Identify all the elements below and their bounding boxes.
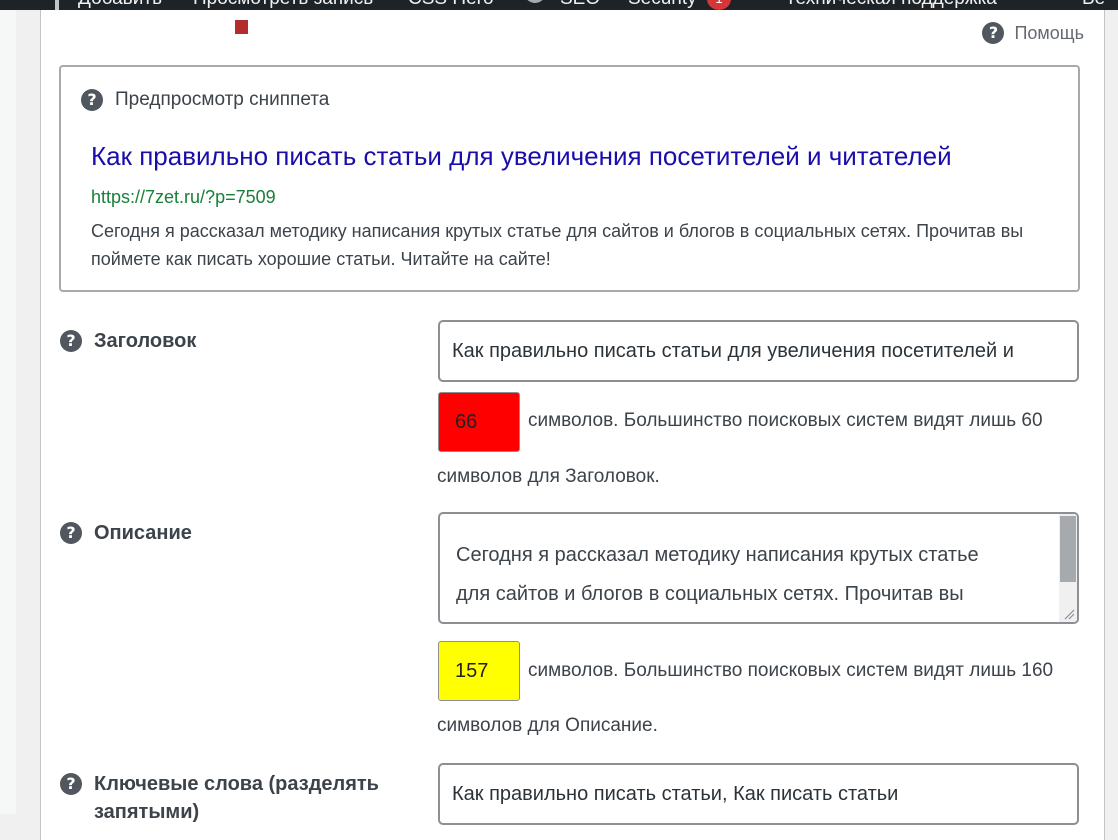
keywords-input[interactable] — [438, 763, 1079, 825]
title-counter-note-2: символов для Заголовок. — [437, 466, 660, 487]
adminbar-item-css-hero[interactable]: CSS Hero — [408, 0, 494, 10]
adminbar-item-more[interactable]: Be — [1082, 0, 1105, 10]
adminbar-item-security[interactable]: Security — [628, 0, 697, 10]
description-line-1: Сегодня я рассказал методику написания к… — [456, 544, 979, 566]
admin-sidebar-edge — [0, 10, 16, 814]
help-link[interactable]: ? Помощь — [982, 22, 1084, 44]
snippet-preview-heading: ? Предпросмотр сниппета — [81, 89, 329, 111]
adminbar-item-view-post[interactable]: Просмотреть запись — [193, 0, 373, 10]
admin-bar: Добавить Просмотреть запись CSS Hero SEO… — [0, 0, 1118, 10]
help-icon[interactable]: ? — [60, 522, 82, 544]
adminbar-item-seo[interactable]: SEO — [560, 0, 600, 10]
security-count-badge: 1 — [707, 0, 731, 10]
keywords-label-text: Ключевые слова (разделять запятыми) — [94, 773, 379, 823]
snippet-url: https://7zet.ru/?p=7509 — [91, 187, 276, 207]
plus-icon — [55, 0, 59, 10]
snippet-heading-label: Предпросмотр сниппета — [115, 89, 330, 110]
description-field-label: ? Описание — [60, 522, 192, 544]
keywords-label-line-2: запятыми) — [94, 801, 200, 823]
resize-handle-icon[interactable] — [1063, 608, 1075, 620]
description-char-counter: 157 — [438, 641, 520, 701]
cut-off-red-label — [235, 20, 248, 34]
help-label: Помощь — [1014, 22, 1084, 43]
title-input[interactable] — [438, 320, 1079, 382]
snippet-preview: ? Предпросмотр сниппета Как правильно пи… — [59, 65, 1080, 292]
help-icon[interactable]: ? — [60, 773, 82, 795]
adminbar-item-add[interactable]: Добавить — [78, 0, 162, 10]
adminbar-item-support[interactable]: Техническая поддержка — [785, 0, 997, 10]
textarea-scrollbar-thumb[interactable] — [1060, 516, 1076, 582]
help-icon: ? — [982, 22, 1005, 44]
description-counter-note-2: символов для Описание. — [437, 715, 658, 736]
title-field-label: ? Заголовок — [60, 330, 196, 352]
keywords-label-line-1: Ключевые слова (разделять — [94, 773, 379, 795]
snippet-title: Как правильно писать статьи для увеличен… — [91, 141, 952, 171]
keywords-field-label: ? Ключевые слова (разделять запятыми) — [60, 773, 379, 823]
help-icon[interactable]: ? — [81, 89, 103, 111]
description-textarea[interactable]: Сегодня я рассказал методику написания к… — [438, 512, 1079, 624]
description-label-text: Описание — [94, 522, 192, 544]
gear-icon — [527, 0, 543, 3]
snippet-description: Сегодня я рассказал методику написания к… — [91, 221, 1024, 269]
title-label-text: Заголовок — [94, 330, 197, 352]
description-textarea-content: Сегодня я рассказал методику написания к… — [456, 536, 1046, 614]
title-counter-note: символов. Большинство поисковых систем в… — [528, 410, 1043, 431]
textarea-scrollbar[interactable] — [1059, 514, 1077, 622]
title-char-counter: 66 — [438, 392, 520, 452]
help-icon[interactable]: ? — [60, 330, 82, 352]
description-counter-note: символов. Большинство поисковых систем в… — [528, 660, 1054, 681]
description-line-2: для сайтов и блогов в социальных сетях. … — [456, 583, 964, 605]
